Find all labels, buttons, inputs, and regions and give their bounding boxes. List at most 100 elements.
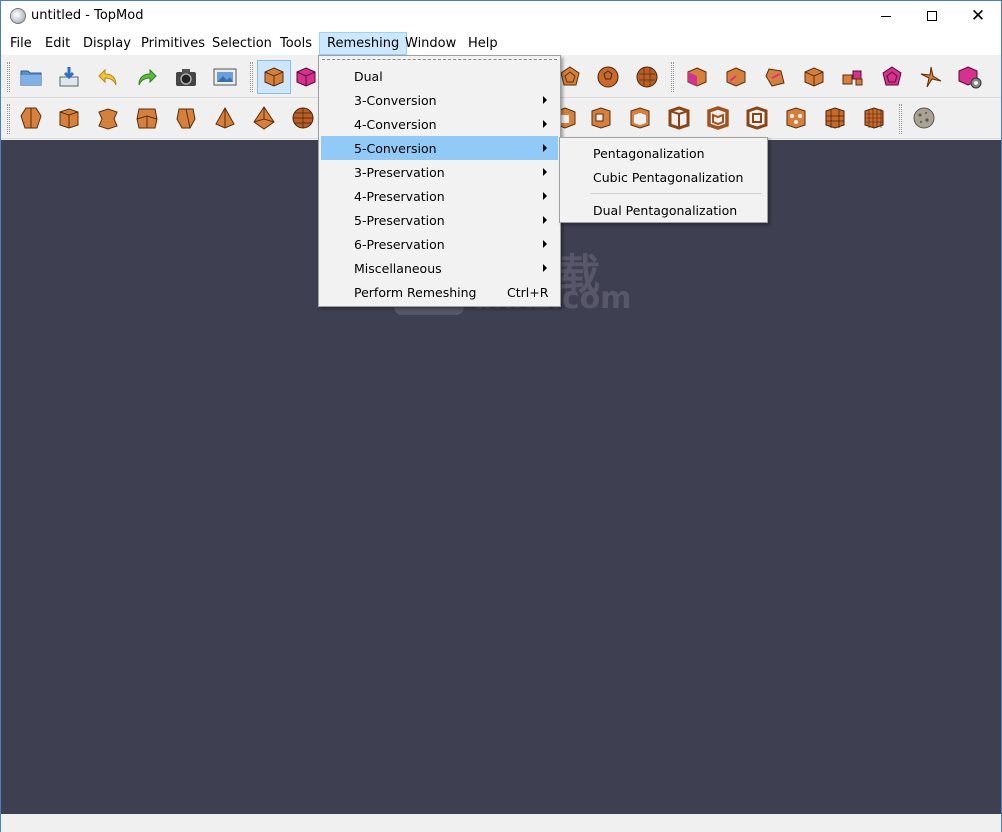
box-icon [59, 108, 79, 129]
menu-item-4-conversion[interactable]: 4-Conversion [321, 112, 558, 136]
menu-item-pentagonalization[interactable]: Pentagonalization [562, 140, 765, 164]
menu-item-miscellaneous[interactable]: Miscellaneous [321, 256, 558, 280]
wireframe-cube-icon [668, 106, 690, 130]
menu-item-label: 4-Preservation [354, 189, 445, 204]
menu-item-3-conversion[interactable]: 3-Conversion [321, 88, 558, 112]
menu-file[interactable]: File [3, 32, 39, 55]
geodesic-sphere-button[interactable] [630, 60, 664, 94]
menu-item-3-preservation[interactable]: 3-Preservation [321, 160, 558, 184]
menu-edit[interactable]: Edit [38, 32, 77, 55]
mesh-sphere-button[interactable] [286, 101, 320, 135]
tapered-prism-icon [20, 107, 42, 129]
menu-item-6-preservation[interactable]: 6-Preservation [321, 232, 558, 256]
maximize-button[interactable] [909, 1, 955, 31]
menu-item-dual[interactable]: Dual [321, 64, 558, 88]
menu-display[interactable]: Display [76, 32, 138, 55]
shortcut-label: Ctrl+R [507, 285, 549, 300]
window-title: untitled - TopMod [31, 8, 144, 23]
menu-item-5-preservation[interactable]: 5-Preservation [321, 208, 558, 232]
pyramid-button[interactable] [208, 101, 242, 135]
select-vertex-button[interactable] [257, 60, 291, 94]
toolbar-grip[interactable] [250, 62, 253, 92]
topmod-app-icon [10, 8, 26, 24]
prism-button[interactable] [14, 101, 48, 135]
menu-item-dual-pentagonalization[interactable]: Dual Pentagonalization [562, 197, 765, 221]
truncate-button[interactable] [797, 60, 831, 94]
submenu-arrow-icon [543, 144, 547, 152]
menu-item-label: 4-Conversion [354, 117, 437, 132]
submenu-arrow-icon [543, 216, 547, 224]
dodecahedron-icon [560, 66, 580, 86]
wire-frame-button[interactable] [662, 101, 696, 135]
tripod-icon [920, 66, 942, 88]
menu-primitives[interactable]: Primitives [134, 32, 212, 55]
soccer-ball-button[interactable] [591, 60, 625, 94]
toolbar-grip[interactable] [671, 62, 674, 92]
textured-sphere-button[interactable] [907, 101, 941, 135]
hollow-cube-button[interactable] [584, 101, 618, 135]
menu-separator [590, 193, 762, 194]
magenta-dodecahedron-button[interactable] [875, 60, 909, 94]
hollow-cube-icon [591, 107, 611, 129]
menu-window[interactable]: Window [398, 32, 463, 55]
pinched-box-button[interactable] [91, 101, 125, 135]
cut-vertex-button[interactable] [758, 60, 792, 94]
toolbar-grip[interactable] [7, 104, 10, 134]
undo-button[interactable] [91, 60, 125, 94]
save-icon [59, 67, 79, 87]
menu-item-cubic-pentagonalization[interactable]: Cubic Pentagonalization [562, 164, 765, 188]
cube-rotated-icon [765, 68, 785, 87]
open-file-button[interactable] [14, 60, 48, 94]
cut-face-button[interactable] [680, 60, 714, 94]
double-pyramid-button[interactable] [247, 101, 281, 135]
redo-arrow-icon [138, 68, 157, 86]
twisted-prism-icon [176, 108, 196, 129]
geodesic-sphere-icon [636, 66, 658, 88]
double-frame-button[interactable] [740, 101, 774, 135]
menu-selection[interactable]: Selection [205, 32, 279, 55]
faceted-box-button[interactable] [130, 101, 164, 135]
undo-arrow-icon [98, 68, 117, 86]
cube-edge-icon [726, 67, 746, 87]
thick-frame-button[interactable] [701, 101, 735, 135]
menu-tools[interactable]: Tools [273, 32, 319, 55]
menu-bar: File Edit Display Primitives Selection T… [1, 31, 1001, 55]
fine-grid-cube-icon [864, 107, 884, 129]
cube-gear-icon [958, 66, 982, 89]
toolbar-grip[interactable] [899, 104, 902, 134]
fine-grid-cube-button[interactable] [857, 101, 891, 135]
grid-cube-icon [825, 107, 845, 129]
menu-item-5-conversion[interactable]: 5-Conversion [321, 136, 558, 160]
twisted-prism-button[interactable] [169, 101, 203, 135]
cube-vertex-icon [264, 67, 284, 87]
cut-edge-button[interactable] [719, 60, 753, 94]
grid-cube-button[interactable] [818, 101, 852, 135]
lattice-cube-icon [786, 107, 806, 129]
open-cube-button[interactable] [623, 101, 657, 135]
menu-item-label: Dual Pentagonalization [593, 203, 738, 218]
menu-item-4-preservation[interactable]: 4-Preservation [321, 184, 558, 208]
screenshot-button[interactable] [169, 60, 203, 94]
save-file-button[interactable] [52, 60, 86, 94]
menu-remeshing[interactable]: Remeshing [319, 32, 408, 55]
render-image-button[interactable] [208, 60, 242, 94]
settings-cube-button[interactable] [953, 60, 987, 94]
close-icon: ✕ [970, 5, 986, 26]
menu-item-perform-remeshing[interactable]: Perform Remeshing Ctrl+R [321, 280, 558, 304]
menu-item-label: 6-Preservation [354, 237, 445, 252]
close-button[interactable]: ✕ [955, 1, 1001, 31]
star-shape-button[interactable] [914, 60, 948, 94]
tear-off-handle[interactable] [322, 59, 557, 63]
topmod-window: untitled - TopMod ✕ File Edit Display Pr… [0, 0, 1002, 832]
mini-cubes-button[interactable] [836, 60, 870, 94]
toolbar-grip[interactable] [7, 62, 10, 92]
textured-sphere-icon [913, 107, 935, 129]
box-button[interactable] [52, 101, 86, 135]
lattice-button[interactable] [779, 101, 813, 135]
menu-item-label: 3-Preservation [354, 165, 445, 180]
menu-item-label: 5-Conversion [354, 141, 437, 156]
remeshing-menu: Dual 3-Conversion 4-Conversion 5-Convers… [318, 55, 561, 307]
menu-help[interactable]: Help [461, 32, 505, 55]
redo-button[interactable] [130, 60, 164, 94]
minimize-button[interactable] [863, 1, 909, 31]
